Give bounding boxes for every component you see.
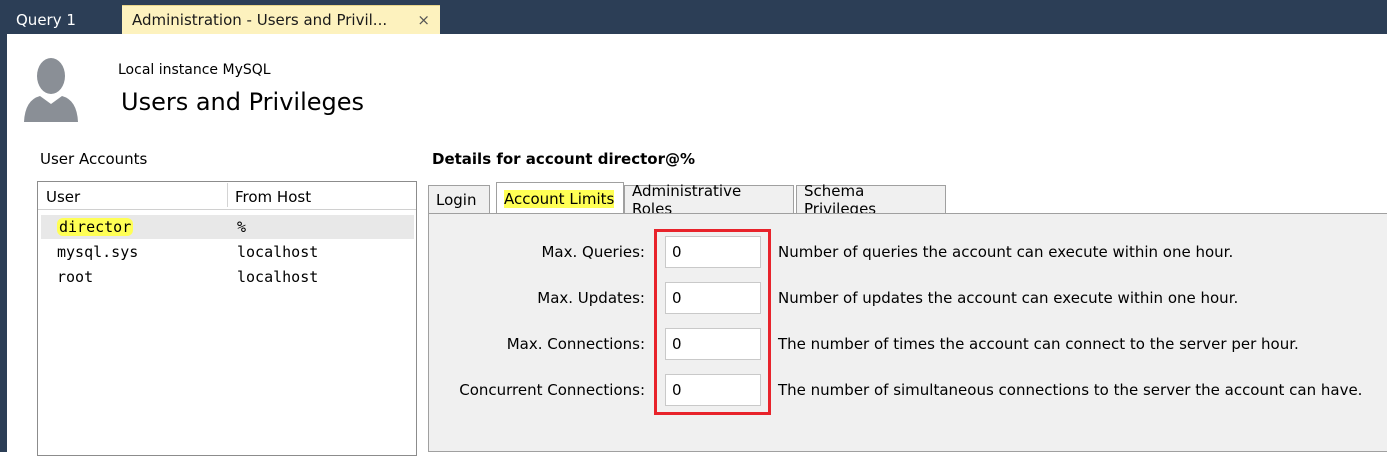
user-silhouette-icon bbox=[22, 54, 80, 122]
user-accounts-label: User Accounts bbox=[40, 150, 148, 168]
list-item[interactable]: mysql.sys localhost bbox=[41, 240, 414, 264]
tab-login-label: Login bbox=[436, 191, 477, 209]
column-header-user[interactable]: User bbox=[46, 188, 80, 206]
details-title: Details for account director@% bbox=[432, 150, 696, 168]
tab-query-1-label: Query 1 bbox=[16, 10, 76, 29]
user-name: root bbox=[57, 268, 94, 286]
tab-query-1[interactable]: Query 1 bbox=[8, 5, 116, 34]
instance-subtitle: Local instance MySQL bbox=[118, 62, 271, 78]
list-header: User From Host bbox=[38, 182, 416, 210]
max-queries-label: Max. Queries: bbox=[541, 243, 645, 261]
tab-administration-label: Administration - Users and Privil... bbox=[132, 11, 388, 29]
tab-administration-users[interactable]: Administration - Users and Privil... × bbox=[122, 5, 440, 34]
user-host: % bbox=[237, 218, 247, 236]
list-item[interactable]: root localhost bbox=[41, 265, 414, 289]
tab-schema-privileges[interactable]: Schema Privileges bbox=[796, 182, 946, 218]
max-queries-description: Number of queries the account can execut… bbox=[778, 243, 1234, 261]
page-title: Users and Privileges bbox=[121, 88, 365, 116]
tab-account-limits-label: Account Limits bbox=[504, 189, 615, 208]
max-updates-label: Max. Updates: bbox=[537, 289, 645, 307]
list-item[interactable]: director % bbox=[41, 215, 414, 239]
user-host: localhost bbox=[237, 243, 319, 261]
concurrent-connections-label: Concurrent Connections: bbox=[459, 381, 645, 399]
highlight-annotation-box bbox=[654, 229, 771, 415]
tab-login[interactable]: Login bbox=[428, 185, 490, 214]
tab-account-limits[interactable]: Account Limits bbox=[496, 182, 624, 214]
document-tab-bar: Query 1 Administration - Users and Privi… bbox=[0, 0, 1387, 34]
user-host: localhost bbox=[237, 268, 319, 286]
concurrent-connections-description: The number of simultaneous connections t… bbox=[778, 381, 1363, 399]
close-icon[interactable]: × bbox=[417, 11, 430, 29]
window-left-border bbox=[0, 34, 7, 452]
max-connections-description: The number of times the account can conn… bbox=[778, 335, 1299, 353]
max-connections-label: Max. Connections: bbox=[506, 335, 645, 353]
column-header-from-host[interactable]: From Host bbox=[235, 188, 311, 206]
max-updates-description: Number of updates the account can execut… bbox=[778, 289, 1239, 307]
column-divider[interactable] bbox=[227, 183, 228, 207]
user-name: mysql.sys bbox=[57, 243, 139, 261]
user-accounts-list[interactable]: User From Host director % mysql.sys loca… bbox=[37, 181, 417, 456]
tab-administrative-roles[interactable]: Administrative Roles bbox=[624, 182, 794, 218]
user-name: director bbox=[57, 218, 134, 236]
